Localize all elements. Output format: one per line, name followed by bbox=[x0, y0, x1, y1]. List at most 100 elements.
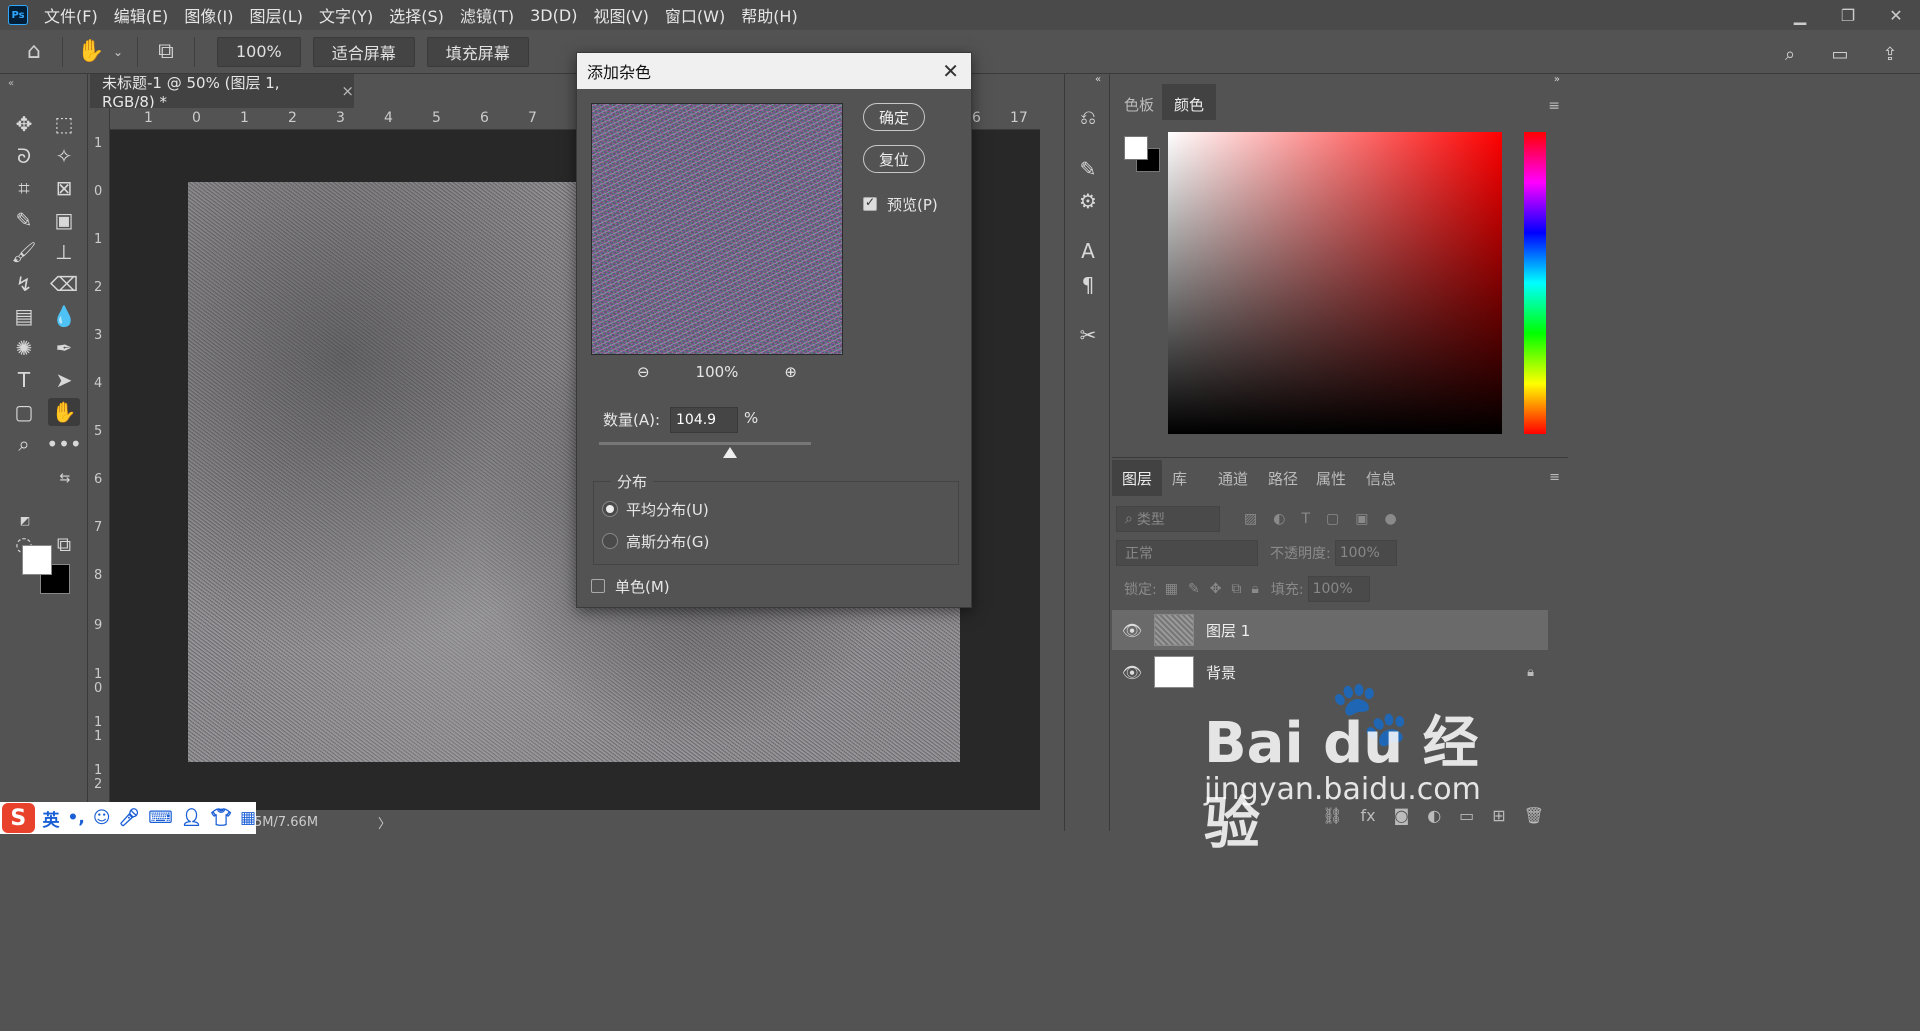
reset-button[interactable]: 复位 bbox=[863, 145, 925, 173]
dialog-close-icon[interactable]: ✕ bbox=[942, 59, 959, 83]
monochrome-checkbox[interactable] bbox=[591, 579, 605, 593]
brush-settings-icon[interactable]: ✎ bbox=[1073, 154, 1103, 184]
adjustments-icon[interactable]: ⚙ bbox=[1073, 186, 1103, 216]
stamp-tool-icon[interactable]: ⊥ bbox=[48, 238, 80, 266]
delete-layer-icon[interactable]: 🗑 bbox=[1524, 806, 1544, 825]
foreground-color-swatch[interactable] bbox=[22, 545, 52, 575]
filter-toggle-icon[interactable]: ● bbox=[1384, 511, 1396, 527]
menu-layer[interactable]: 图层(L) bbox=[250, 3, 303, 27]
preview-checkbox[interactable] bbox=[863, 195, 877, 211]
visibility-eye-icon[interactable]: 👁 bbox=[1112, 621, 1152, 640]
panel-menu-icon[interactable]: ≡ bbox=[1548, 98, 1560, 114]
scroll-all-windows-icon[interactable]: ⧉ bbox=[148, 34, 184, 70]
lock-all-icon[interactable]: 🔒︎ bbox=[1251, 581, 1258, 597]
more-tools-icon[interactable]: ••• bbox=[46, 430, 81, 458]
menu-type[interactable]: 文字(Y) bbox=[319, 3, 373, 27]
sogou-logo-icon[interactable]: S bbox=[2, 803, 35, 833]
zoom-out-icon[interactable]: ⊖ bbox=[637, 363, 650, 381]
keyboard-icon[interactable]: ⌨ bbox=[148, 808, 173, 828]
menu-3d[interactable]: 3D(D) bbox=[530, 6, 577, 25]
swap-colors-icon[interactable]: ⇆ bbox=[56, 464, 74, 492]
path-select-tool-icon[interactable]: ➤ bbox=[48, 366, 80, 394]
history-panel-icon[interactable]: ⎌ bbox=[1073, 102, 1103, 132]
pen-tool-icon[interactable]: ✒ bbox=[48, 334, 80, 362]
blur-tool-icon[interactable]: 💧 bbox=[48, 302, 80, 330]
paragraph-panel-icon[interactable]: ¶ bbox=[1073, 270, 1103, 300]
menu-help[interactable]: 帮助(H) bbox=[741, 3, 798, 27]
document-tab[interactable]: 未标题-1 @ 50% (图层 1, RGB/8) * × bbox=[90, 74, 354, 111]
saturation-value-field[interactable] bbox=[1168, 132, 1502, 434]
type-tool-icon[interactable]: T bbox=[8, 366, 40, 394]
opacity-input[interactable]: 100% bbox=[1334, 540, 1397, 566]
fill-screen-button[interactable]: 填充屏幕 bbox=[426, 36, 529, 67]
tab-channels[interactable]: 通道 bbox=[1208, 460, 1258, 496]
frame-tool-icon[interactable]: ⊠ bbox=[48, 174, 80, 202]
close-tab-icon[interactable]: × bbox=[341, 82, 354, 100]
brush-tool-icon[interactable]: 🖌 bbox=[8, 238, 40, 266]
tab-properties[interactable]: 属性 bbox=[1306, 460, 1356, 496]
crop-tool-icon[interactable]: ⌗ bbox=[8, 174, 40, 202]
menu-window[interactable]: 窗口(W) bbox=[665, 3, 725, 27]
move-tool-icon[interactable]: ✥ bbox=[8, 110, 40, 138]
ok-button[interactable]: 确定 bbox=[863, 103, 925, 131]
eyedropper-tool-icon[interactable]: ✎ bbox=[8, 206, 40, 234]
shape-tool-icon[interactable]: ▢ bbox=[8, 398, 40, 426]
layer-row[interactable]: 👁 图层 1 bbox=[1112, 610, 1548, 650]
tool-presets-icon[interactable]: ✂ bbox=[1073, 320, 1103, 350]
hand-tool-icon[interactable]: ✋ bbox=[48, 398, 80, 426]
ime-language-toggle[interactable]: 英 bbox=[43, 806, 60, 831]
tab-layers[interactable]: 图层 bbox=[1112, 460, 1163, 496]
fit-screen-button[interactable]: 适合屏幕 bbox=[312, 36, 415, 67]
status-menu-icon[interactable]: 〉 bbox=[378, 813, 391, 832]
tab-color[interactable]: 颜色 bbox=[1162, 84, 1217, 120]
home-icon[interactable]: ⌂ bbox=[16, 34, 52, 70]
menu-view[interactable]: 视图(V) bbox=[593, 3, 648, 27]
gaussian-radio[interactable] bbox=[602, 533, 618, 549]
amount-slider-thumb[interactable] bbox=[723, 447, 737, 458]
share-icon[interactable]: ⇪ bbox=[1872, 36, 1908, 72]
ime-punctuation-toggle[interactable]: •, bbox=[68, 808, 85, 828]
collapse-dock-icon[interactable]: « bbox=[1095, 74, 1101, 85]
hand-tool-icon[interactable]: ✋ bbox=[73, 34, 109, 70]
zoom-100-button[interactable]: 100% bbox=[217, 36, 301, 67]
amount-slider-track[interactable] bbox=[599, 442, 811, 445]
marquee-tool-icon[interactable]: ⬚ bbox=[48, 110, 80, 138]
tab-info[interactable]: 信息 bbox=[1356, 460, 1406, 496]
zoom-tool-icon[interactable]: ⌕ bbox=[8, 430, 40, 458]
workspace-icon[interactable]: ▭ bbox=[1822, 36, 1858, 72]
eraser-tool-icon[interactable]: ⌫ bbox=[48, 270, 80, 298]
lock-transparent-icon[interactable]: ▦ bbox=[1165, 581, 1178, 597]
skin-icon[interactable]: 👕︎ bbox=[210, 808, 232, 828]
fill-input[interactable]: 100% bbox=[1307, 576, 1370, 602]
close-window-icon[interactable]: ✕ bbox=[1872, 0, 1920, 30]
layer-filter-dropdown[interactable]: ⌕ 类型 bbox=[1116, 506, 1220, 532]
smart-object-filter-icon[interactable]: ▣ bbox=[1355, 511, 1368, 527]
expand-panel-icon[interactable]: » bbox=[1554, 74, 1560, 85]
tab-swatches[interactable]: 色板 bbox=[1112, 84, 1166, 120]
tool-preset-dropdown-icon[interactable]: ⌄ bbox=[109, 34, 127, 70]
lock-pixels-icon[interactable]: ✎ bbox=[1188, 581, 1200, 597]
screen-mode-icon[interactable]: ⧉ bbox=[48, 530, 80, 558]
zoom-in-icon[interactable]: ⊕ bbox=[784, 363, 797, 381]
layers-panel-menu-icon[interactable]: ≡ bbox=[1549, 470, 1560, 485]
menu-file[interactable]: 文件(F) bbox=[44, 3, 98, 27]
shape-filter-icon[interactable]: ▢ bbox=[1326, 511, 1339, 527]
menu-edit[interactable]: 编辑(E) bbox=[114, 3, 169, 27]
user-icon[interactable]: 👤︎ bbox=[181, 808, 203, 828]
visibility-eye-icon[interactable]: 👁 bbox=[1112, 663, 1152, 682]
restore-icon[interactable]: ❐ bbox=[1824, 0, 1872, 30]
color-foreground-swatch[interactable] bbox=[1124, 136, 1148, 160]
character-panel-icon[interactable]: A bbox=[1073, 236, 1103, 266]
type-filter-icon[interactable]: T bbox=[1301, 511, 1310, 527]
magic-wand-tool-icon[interactable]: ✧ bbox=[48, 142, 80, 170]
hue-slider[interactable] bbox=[1524, 132, 1546, 434]
lock-artboard-icon[interactable]: ⧉ bbox=[1231, 581, 1241, 597]
history-brush-icon[interactable]: ↯ bbox=[8, 270, 40, 298]
menu-image[interactable]: 图像(I) bbox=[184, 3, 233, 27]
pixel-filter-icon[interactable]: ▨ bbox=[1244, 511, 1257, 527]
lasso-tool-icon[interactable]: ᘐ bbox=[8, 142, 40, 170]
tab-paths[interactable]: 路径 bbox=[1258, 460, 1308, 496]
blend-mode-dropdown[interactable]: 正常 bbox=[1116, 540, 1258, 566]
tab-libraries[interactable]: 库 bbox=[1162, 460, 1197, 496]
uniform-radio[interactable] bbox=[602, 501, 618, 517]
